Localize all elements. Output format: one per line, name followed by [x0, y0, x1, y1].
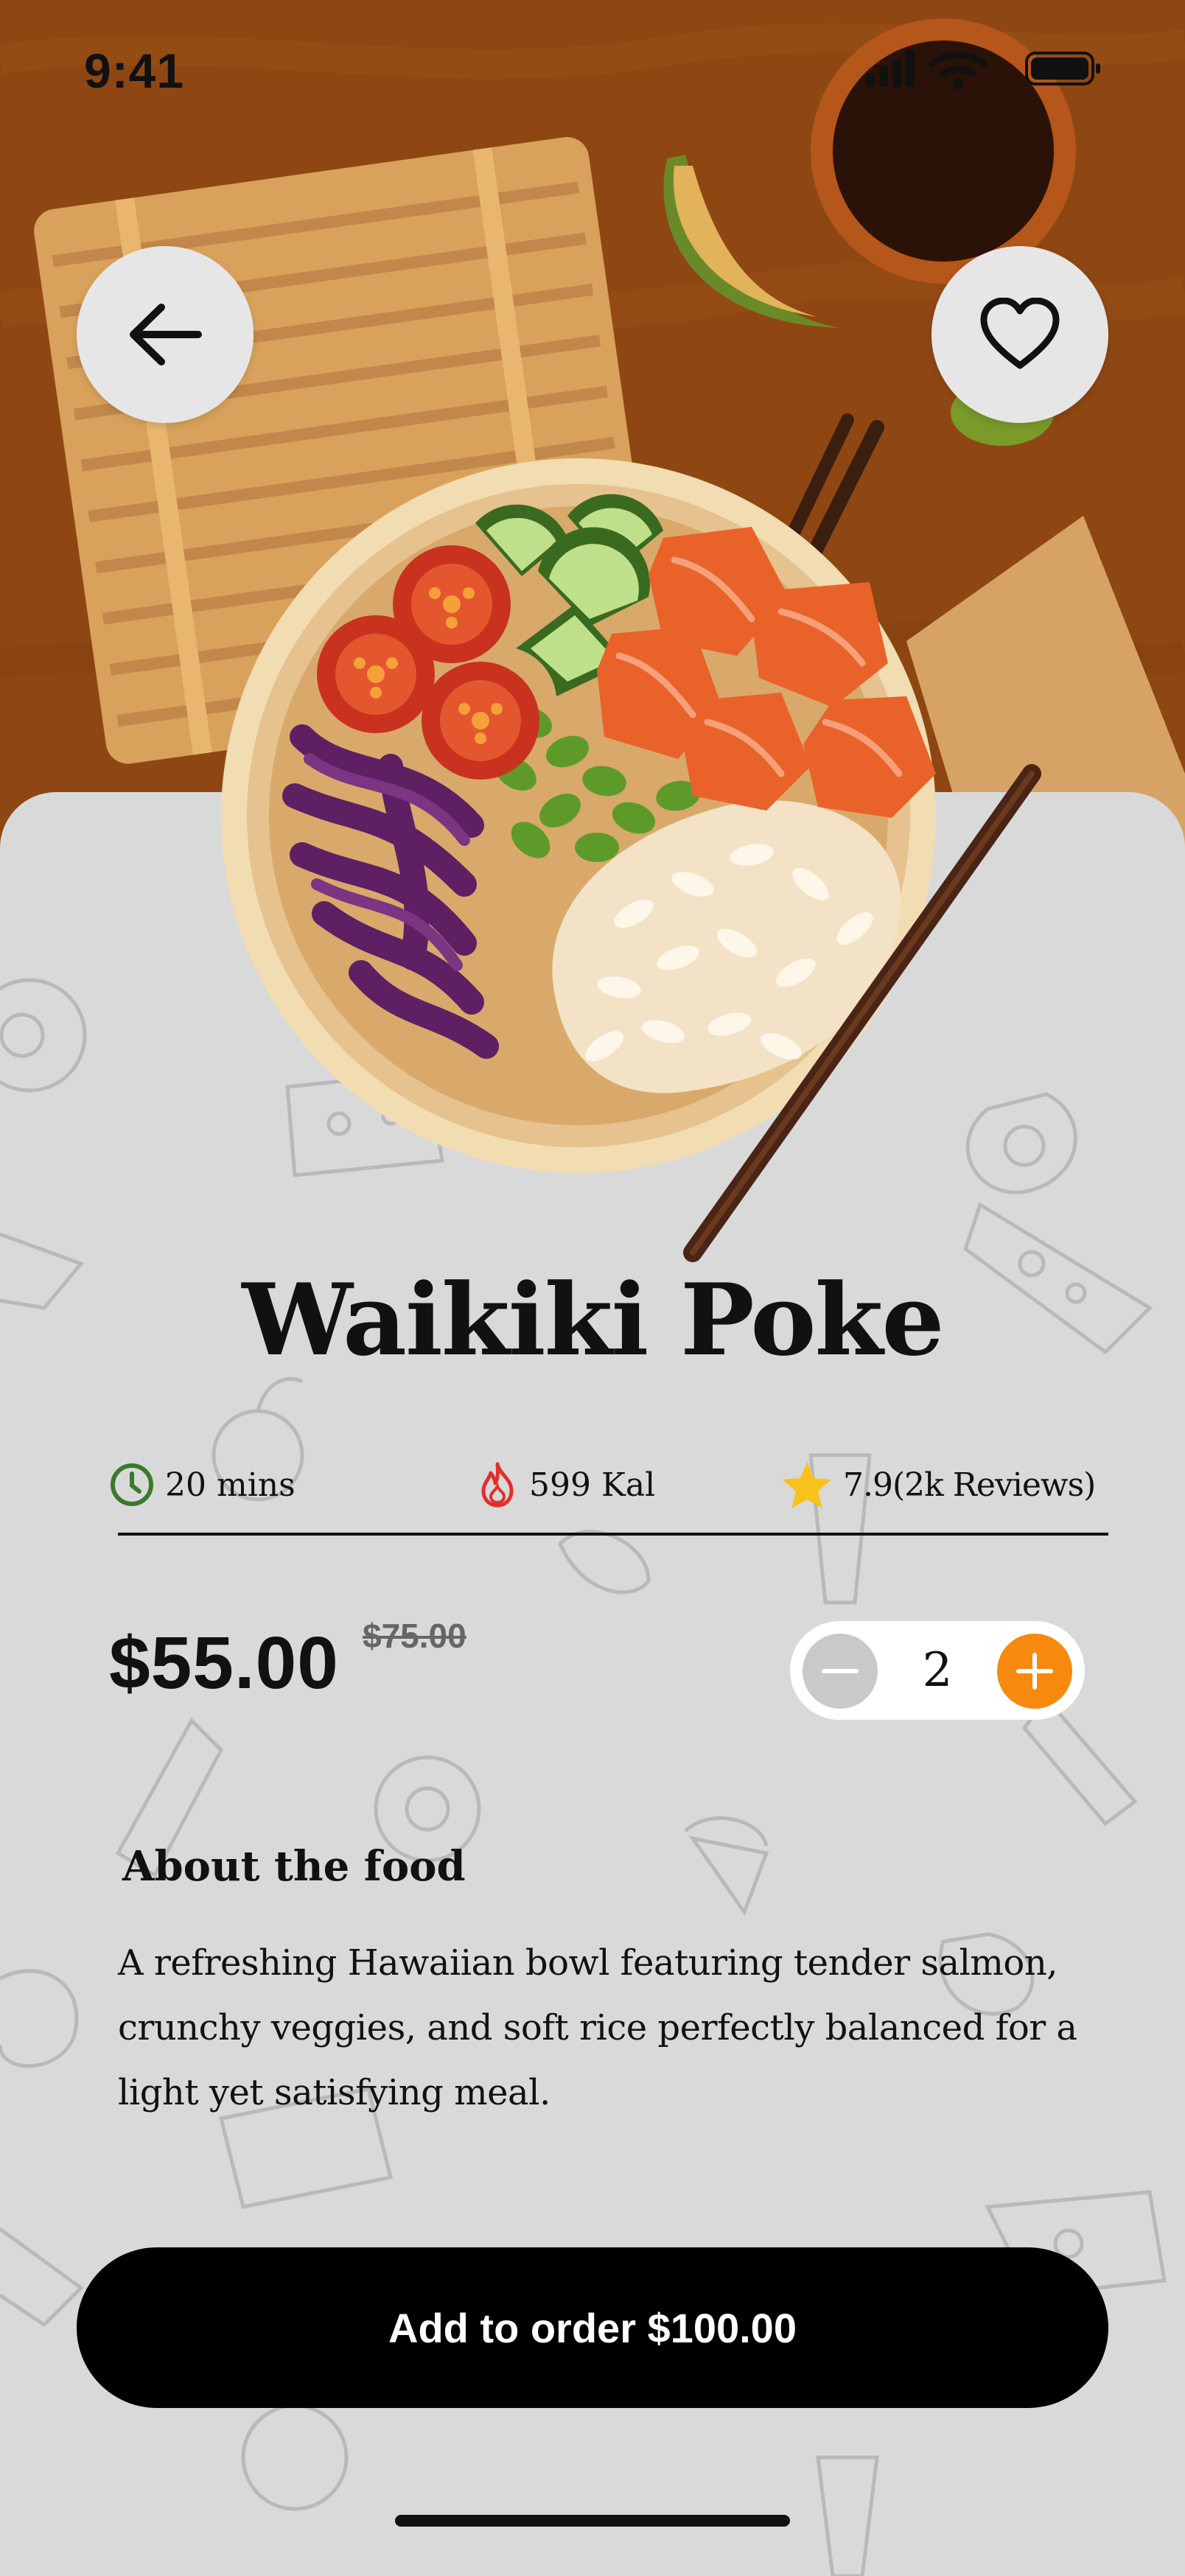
prep-time-text: 20 mins	[165, 1466, 296, 1504]
arrow-left-icon	[130, 304, 202, 365]
divider	[118, 1533, 1108, 1536]
battery-icon	[1025, 52, 1100, 85]
calories-text: 599 Kal	[529, 1466, 656, 1504]
back-button[interactable]	[77, 246, 254, 423]
signal-icon	[866, 50, 915, 87]
rating: 7.9(2k Reviews)	[781, 1455, 1096, 1514]
wifi-icon	[929, 52, 988, 77]
about-heading: About the food	[122, 1842, 466, 1891]
decrease-quantity-button[interactable]	[803, 1634, 878, 1709]
poke-bowl-image	[221, 458, 1041, 1262]
quantity-value: 2	[922, 1643, 953, 1698]
heart-icon	[980, 298, 1060, 369]
quantity-stepper: 2	[790, 1621, 1085, 1720]
old-price: $75.00	[363, 1617, 466, 1655]
flame-icon	[481, 1462, 514, 1508]
price: $55.00	[109, 1622, 339, 1704]
status-icons	[866, 50, 1100, 89]
clock-icon	[111, 1463, 153, 1506]
prep-time: 20 mins	[109, 1455, 296, 1514]
star-icon	[783, 1462, 831, 1508]
food-title: Waikiki Poke	[242, 1261, 944, 1378]
favorite-button[interactable]	[931, 246, 1108, 423]
plus-icon	[1016, 1653, 1053, 1690]
home-indicator	[395, 2515, 790, 2527]
add-to-order-label: Add to order $100.00	[388, 2304, 797, 2351]
food-detail-screen: 9:41 Waikiki Poke 20 mins 599 Kal 7.9(2k…	[0, 0, 1185, 2576]
add-to-order-button[interactable]: Add to order $100.00	[77, 2247, 1108, 2408]
increase-quantity-button[interactable]	[997, 1634, 1072, 1709]
calories: 599 Kal	[476, 1455, 655, 1514]
food-description: A refreshing Hawaiian bowl featuring ten…	[118, 1942, 1077, 2113]
minus-icon	[822, 1669, 859, 1673]
rating-text: 7.9(2k Reviews)	[843, 1466, 1096, 1504]
status-time: 9:41	[84, 43, 185, 98]
